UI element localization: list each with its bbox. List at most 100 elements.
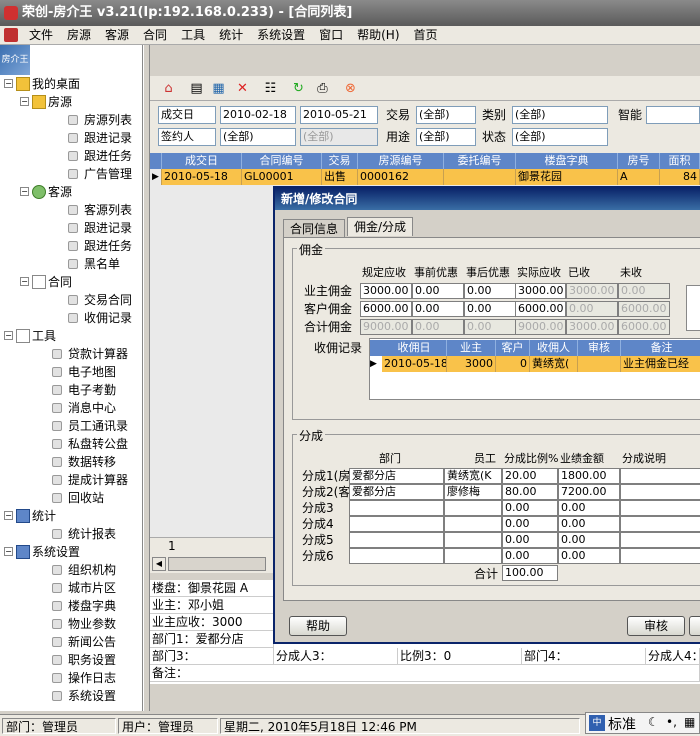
split-cell[interactable]: 爱都分店 bbox=[349, 468, 444, 484]
record-cell[interactable]: 业主佣金已经 bbox=[621, 356, 700, 372]
menu-window[interactable]: 窗口 bbox=[312, 26, 350, 45]
signer-sub-select[interactable]: (全部) bbox=[300, 128, 378, 146]
toggle-icon[interactable]: − bbox=[20, 277, 29, 286]
split-cell[interactable]: 0.00 bbox=[558, 532, 620, 548]
tree-item[interactable]: 物业参数 bbox=[0, 615, 142, 633]
col-house-no[interactable]: 房源编号 bbox=[358, 153, 444, 169]
tree-item[interactable]: 电子地图 bbox=[0, 363, 142, 381]
tree-item[interactable]: 黑名单 bbox=[0, 255, 142, 273]
tree-item[interactable]: 数据转移 bbox=[0, 453, 142, 471]
menu-house[interactable]: 房源 bbox=[60, 26, 98, 45]
ime-bar[interactable]: 中 标准 ☾ •, ▦ bbox=[585, 712, 700, 734]
scroll-thumb[interactable] bbox=[168, 557, 266, 571]
split-note-cell[interactable] bbox=[620, 484, 700, 500]
toggle-icon[interactable]: − bbox=[4, 79, 13, 88]
record-col-header[interactable]: 客户 bbox=[496, 340, 530, 356]
tab-contract-info[interactable]: 合同信息 bbox=[283, 219, 346, 238]
menu-customer[interactable]: 客源 bbox=[98, 26, 136, 45]
record-col-header[interactable]: 业主 bbox=[447, 340, 496, 356]
tree-item[interactable]: 跟进记录 bbox=[0, 129, 142, 147]
split-cell[interactable]: 7200.00 bbox=[558, 484, 620, 500]
tree-item[interactable]: − 工具 bbox=[0, 327, 142, 345]
table-cell[interactable]: GL00001 bbox=[242, 169, 322, 185]
deal-select[interactable]: (全部) bbox=[416, 106, 476, 124]
splitter[interactable] bbox=[143, 45, 150, 711]
tree-item[interactable]: 私盘转公盘 bbox=[0, 435, 142, 453]
record-col-header[interactable]: 审核 bbox=[578, 340, 621, 356]
commission-cell[interactable]: 6000.00 bbox=[515, 301, 566, 317]
tree-item[interactable]: − 房源 bbox=[0, 93, 142, 111]
record-cell[interactable]: 3000 bbox=[447, 356, 496, 372]
col-entrust-no[interactable]: 委托编号 bbox=[444, 153, 516, 169]
moon-icon[interactable]: ☾ bbox=[648, 715, 659, 729]
tree-item[interactable]: 客源列表 bbox=[0, 201, 142, 219]
commission-cell[interactable]: 0.00 bbox=[412, 283, 464, 299]
col-area[interactable]: 面积 bbox=[660, 153, 700, 169]
record-cell[interactable]: 2010-05-18 bbox=[382, 356, 447, 372]
split-cell[interactable]: 0.00 bbox=[558, 500, 620, 516]
tree-item[interactable]: 系统设置 bbox=[0, 687, 142, 705]
split-cell[interactable] bbox=[444, 500, 502, 516]
columns-icon[interactable]: ☷ bbox=[262, 80, 279, 97]
split-cell[interactable] bbox=[349, 548, 444, 564]
mdi-icon[interactable] bbox=[4, 28, 18, 42]
app-icon[interactable] bbox=[4, 6, 18, 20]
commission-cell[interactable]: 3000.00 bbox=[515, 283, 566, 299]
toggle-icon[interactable]: − bbox=[20, 97, 29, 106]
col-deal[interactable]: 交易 bbox=[322, 153, 358, 169]
home-icon[interactable]: ⌂ bbox=[160, 80, 177, 97]
split-cell[interactable]: 0.00 bbox=[502, 516, 558, 532]
tree-item[interactable]: 职务设置 bbox=[0, 651, 142, 669]
next-button[interactable] bbox=[689, 616, 700, 636]
col-contract-no[interactable]: 合同编号 bbox=[242, 153, 322, 169]
commission-cell[interactable]: 6000.00 bbox=[360, 301, 412, 317]
record-col-header[interactable]: 收佣人 bbox=[530, 340, 578, 356]
split-note-cell[interactable] bbox=[620, 500, 700, 516]
split-cell[interactable]: 黄绣宽(K bbox=[444, 468, 502, 484]
state-select[interactable]: (全部) bbox=[512, 128, 608, 146]
signer-select[interactable]: (全部) bbox=[220, 128, 296, 146]
split-cell[interactable] bbox=[349, 516, 444, 532]
split-cell[interactable]: 0.00 bbox=[558, 548, 620, 564]
toggle-icon[interactable]: − bbox=[4, 511, 13, 520]
menu-tools[interactable]: 工具 bbox=[174, 26, 212, 45]
col-date[interactable]: 成交日 bbox=[162, 153, 242, 169]
tree-item[interactable]: 交易合同 bbox=[0, 291, 142, 309]
split-cell[interactable] bbox=[444, 516, 502, 532]
use-select[interactable]: (全部) bbox=[416, 128, 476, 146]
toggle-icon[interactable]: − bbox=[4, 547, 13, 556]
tree-item[interactable]: 组织机构 bbox=[0, 561, 142, 579]
table-cell[interactable]: 出售 bbox=[322, 169, 358, 185]
commission-cell[interactable]: 0.00 bbox=[464, 301, 516, 317]
tree-item[interactable]: 广告管理 bbox=[0, 165, 142, 183]
split-cell[interactable]: 20.00 bbox=[502, 468, 558, 484]
split-cell[interactable]: 0.00 bbox=[502, 548, 558, 564]
tab-commission[interactable]: 佣金/分成 bbox=[347, 217, 414, 236]
punct-icon[interactable]: •, bbox=[666, 715, 677, 729]
category-select[interactable]: (全部) bbox=[512, 106, 608, 124]
tree-item[interactable]: 新闻公告 bbox=[0, 633, 142, 651]
ime-logo-icon[interactable]: 中 bbox=[589, 715, 605, 731]
tree-item[interactable]: − 统计 bbox=[0, 507, 142, 525]
commission-cell[interactable]: 3000.00 bbox=[360, 283, 412, 299]
tree-item[interactable]: 电子考勤 bbox=[0, 381, 142, 399]
table-cell[interactable]: 84 bbox=[660, 169, 700, 185]
record-cell[interactable] bbox=[578, 356, 621, 372]
tree-item[interactable]: − 系统设置 bbox=[0, 543, 142, 561]
commission-cell[interactable]: 0.00 bbox=[412, 301, 464, 317]
close-icon[interactable]: ⊗ bbox=[342, 80, 359, 97]
toggle-icon[interactable]: − bbox=[20, 187, 29, 196]
tree-item[interactable]: 统计报表 bbox=[0, 525, 142, 543]
menu-settings[interactable]: 系统设置 bbox=[250, 26, 312, 45]
table-cell[interactable]: 0000162 bbox=[358, 169, 444, 185]
scroll-left-icon[interactable]: ◀ bbox=[152, 557, 166, 571]
record-col-header[interactable]: 收佣日 bbox=[382, 340, 447, 356]
split-cell[interactable] bbox=[349, 500, 444, 516]
split-note-cell[interactable] bbox=[620, 548, 700, 564]
menu-file[interactable]: 文件 bbox=[22, 26, 60, 45]
table-cell[interactable]: 2010-05-18 bbox=[162, 169, 242, 185]
delete-icon[interactable]: ✕ bbox=[234, 80, 251, 97]
split-cell[interactable]: 爱都分店 bbox=[349, 484, 444, 500]
tree-item[interactable]: 收佣记录 bbox=[0, 309, 142, 327]
tree-item[interactable]: 楼盘字典 bbox=[0, 597, 142, 615]
